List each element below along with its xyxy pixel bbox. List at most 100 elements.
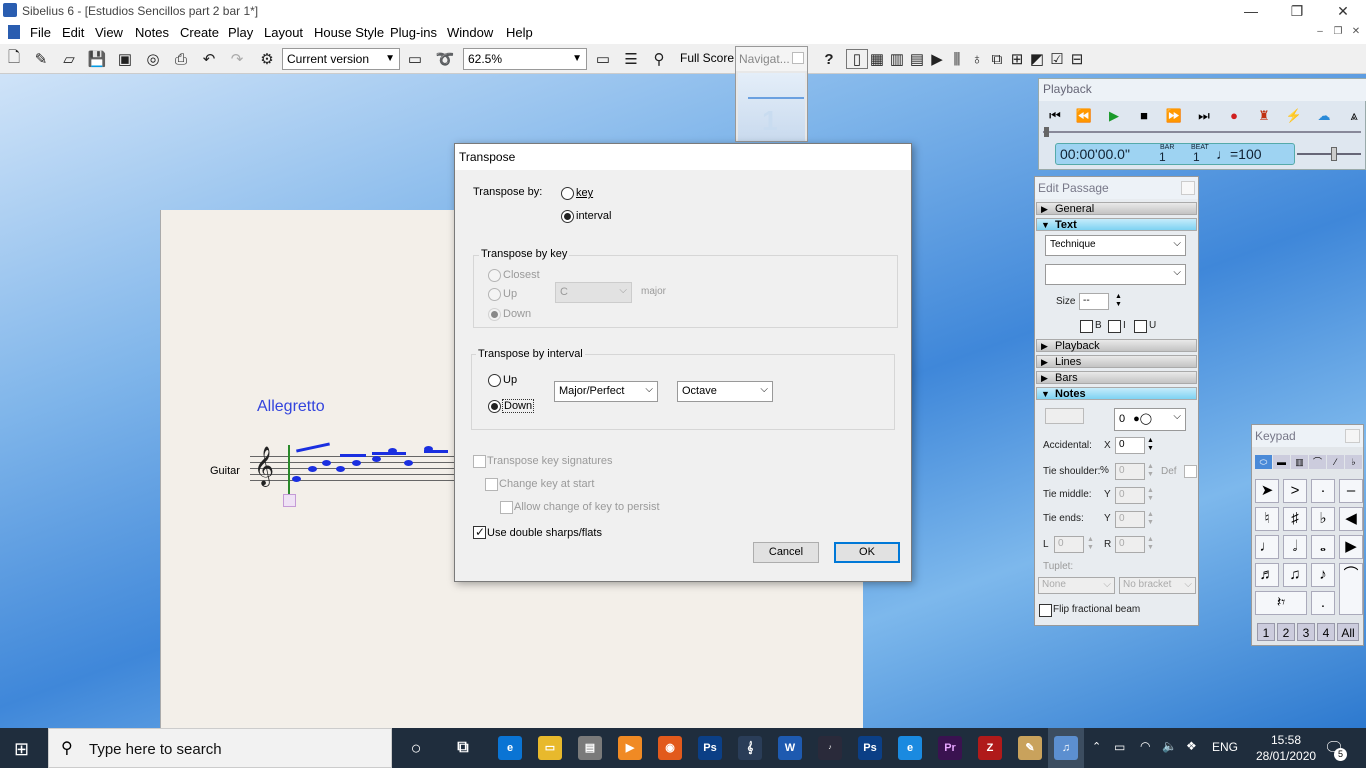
tie-shoulder-spinner[interactable]: ▲ ▼ bbox=[1147, 463, 1154, 479]
rewind-to-start-icon[interactable]: ⏮ bbox=[1043, 105, 1067, 127]
comment-icon[interactable]: ▭ bbox=[404, 49, 426, 69]
section-bars[interactable]: ▶ Bars bbox=[1036, 371, 1197, 384]
menu-house-style[interactable]: House Style bbox=[314, 25, 384, 40]
file-explorer-icon[interactable]: ▭ bbox=[538, 736, 562, 760]
keypad-tab-beams[interactable]: ▥ bbox=[1291, 455, 1308, 469]
natural-icon[interactable]: ♮ bbox=[1255, 507, 1279, 531]
menu-view[interactable]: View bbox=[95, 25, 123, 40]
text-style-select[interactable]: Technique ⌵ bbox=[1045, 235, 1186, 256]
app-icon[interactable]: ▤ bbox=[578, 736, 602, 760]
keypad-layout-4[interactable]: 4 bbox=[1317, 623, 1335, 641]
restore-button[interactable]: ❐ bbox=[1274, 0, 1320, 22]
transpose-key-signatures-checkbox[interactable] bbox=[473, 455, 486, 468]
note[interactable] bbox=[322, 460, 331, 466]
redo-icon[interactable]: ↷ bbox=[226, 49, 248, 69]
tempo-slider[interactable] bbox=[1297, 153, 1361, 155]
interval-size-select[interactable]: Octave ⌵ bbox=[677, 381, 773, 402]
keypad-tab-jazz[interactable]: ⁄ bbox=[1327, 455, 1344, 469]
menu-help[interactable]: Help bbox=[506, 25, 533, 40]
espressivo-icon[interactable]: ☁ bbox=[1312, 105, 1336, 127]
versions-icon[interactable]: ⚙ bbox=[256, 49, 278, 69]
properties-icon[interactable]: ⊞ bbox=[1006, 49, 1028, 69]
bold-checkbox[interactable] bbox=[1080, 320, 1093, 333]
doc-close-button[interactable]: ✕ bbox=[1346, 26, 1366, 40]
new-file-icon[interactable]: 🗋 bbox=[3, 49, 25, 69]
keyboard-icon[interactable]: ▥ bbox=[886, 49, 908, 69]
record-icon[interactable]: ● bbox=[1222, 105, 1246, 127]
close-button[interactable]: ✕ bbox=[1320, 0, 1366, 22]
version-select[interactable]: Current version ▼ bbox=[282, 48, 400, 70]
menu-edit[interactable]: Edit bbox=[62, 25, 84, 40]
keypad-tab-common[interactable]: ⬭ bbox=[1255, 455, 1272, 469]
font-select[interactable]: ⌵ bbox=[1045, 264, 1186, 285]
minimize-button[interactable]: — bbox=[1228, 0, 1274, 22]
eighth-note-icon[interactable]: ♪ bbox=[1311, 563, 1335, 587]
sibelius-active-task[interactable]: ♫ bbox=[1048, 728, 1084, 768]
firefox-icon[interactable]: ◉ bbox=[658, 736, 682, 760]
rewind-icon[interactable]: ⏪ bbox=[1072, 105, 1096, 127]
audio-cd-icon[interactable]: ◎ bbox=[142, 49, 164, 69]
key-select[interactable]: C ⌵ bbox=[555, 282, 632, 303]
sibelius-taskbar-icon[interactable]: 𝄞 bbox=[738, 736, 762, 760]
section-playback[interactable]: ▶ Playback bbox=[1036, 339, 1197, 352]
view-label[interactable]: Full Score bbox=[680, 51, 734, 65]
menu-notes[interactable]: Notes bbox=[135, 25, 169, 40]
tie-right-spinner[interactable]: ▲ ▼ bbox=[1147, 536, 1154, 552]
tie-left-spinner[interactable]: ▲ ▼ bbox=[1087, 536, 1094, 552]
accidental-spinner[interactable]: ▲ ▼ bbox=[1147, 437, 1154, 453]
double-sharps-checkbox[interactable] bbox=[473, 525, 486, 539]
menu-create[interactable]: Create bbox=[180, 25, 219, 40]
italic-checkbox[interactable] bbox=[1108, 320, 1121, 333]
menu-file[interactable]: File bbox=[30, 25, 51, 40]
edit-passage-close-icon[interactable] bbox=[1181, 181, 1195, 195]
tie-ends-input[interactable]: 0 bbox=[1115, 511, 1145, 528]
panorama-icon[interactable]: ▯ bbox=[846, 49, 868, 69]
doc-minimize-button[interactable]: – bbox=[1310, 26, 1330, 40]
live-playback-icon[interactable]: ⚡ bbox=[1282, 105, 1306, 127]
key-up-radio[interactable] bbox=[488, 288, 501, 301]
play-toolbar-icon[interactable]: ▶ bbox=[926, 49, 948, 69]
save-icon[interactable]: 💾 bbox=[86, 49, 108, 69]
size-spinner[interactable]: ▲ ▼ bbox=[1115, 293, 1122, 309]
transpose-by-key-label[interactable]: key bbox=[576, 187, 593, 199]
paint-icon[interactable]: ✎ bbox=[1018, 736, 1042, 760]
accidental-x-input[interactable]: 0 bbox=[1115, 437, 1145, 454]
interval-down-radio[interactable] bbox=[488, 400, 501, 413]
filezilla-icon[interactable]: Z bbox=[978, 736, 1002, 760]
keypad-toggle-icon[interactable]: ⊟ bbox=[1066, 49, 1088, 69]
tenuto-icon[interactable]: – bbox=[1339, 479, 1363, 503]
tie-left-input[interactable]: 0 bbox=[1054, 536, 1084, 553]
key-down-radio[interactable] bbox=[488, 308, 501, 321]
tuplet-select[interactable]: None ⌵ bbox=[1038, 577, 1115, 594]
tempo-marking[interactable]: Allegretto bbox=[257, 398, 325, 416]
ideas-icon[interactable]: ♁ bbox=[966, 49, 988, 69]
internet-explorer-icon[interactable]: e bbox=[898, 736, 922, 760]
edit-passage-toggle-icon[interactable]: ☑ bbox=[1046, 49, 1068, 69]
windows-icon[interactable]: ⧉ bbox=[986, 49, 1008, 69]
transpose-by-key-radio[interactable] bbox=[561, 187, 574, 200]
change-key-at-start-checkbox[interactable] bbox=[485, 478, 498, 491]
selection-box[interactable] bbox=[283, 494, 296, 507]
allow-change-persist-checkbox[interactable] bbox=[500, 501, 513, 514]
tie-shoulder-def-checkbox[interactable] bbox=[1184, 465, 1197, 478]
note[interactable] bbox=[404, 460, 413, 466]
accent-icon[interactable]: > bbox=[1283, 479, 1307, 503]
playback-slider-thumb[interactable] bbox=[1044, 127, 1049, 137]
amazon-music-icon[interactable]: ♪ bbox=[818, 736, 842, 760]
menu-plugins[interactable]: Plug-ins bbox=[390, 25, 437, 40]
keypad-layout-1[interactable]: 1 bbox=[1257, 623, 1275, 641]
open-score-icon[interactable]: ✎ bbox=[30, 49, 52, 69]
quarter-note-icon[interactable]: ♩ bbox=[1255, 535, 1279, 559]
note[interactable] bbox=[292, 476, 301, 482]
note-color-swatch[interactable] bbox=[1045, 408, 1084, 424]
word-icon[interactable]: W bbox=[778, 736, 802, 760]
section-lines[interactable]: ▶ Lines bbox=[1036, 355, 1197, 368]
keypad-layout-3[interactable]: 3 bbox=[1297, 623, 1315, 641]
click-icon[interactable]: ♜ bbox=[1252, 105, 1276, 127]
tie-middle-spinner[interactable]: ▲ ▼ bbox=[1147, 487, 1154, 503]
transpose-by-interval-label[interactable]: interval bbox=[576, 210, 611, 222]
navigator-view[interactable]: 1 bbox=[738, 73, 805, 141]
photoshop-icon[interactable]: Ps bbox=[698, 736, 722, 760]
previous-icon[interactable]: ◀ bbox=[1339, 507, 1363, 531]
lasso-icon[interactable]: ➰ bbox=[434, 49, 456, 69]
